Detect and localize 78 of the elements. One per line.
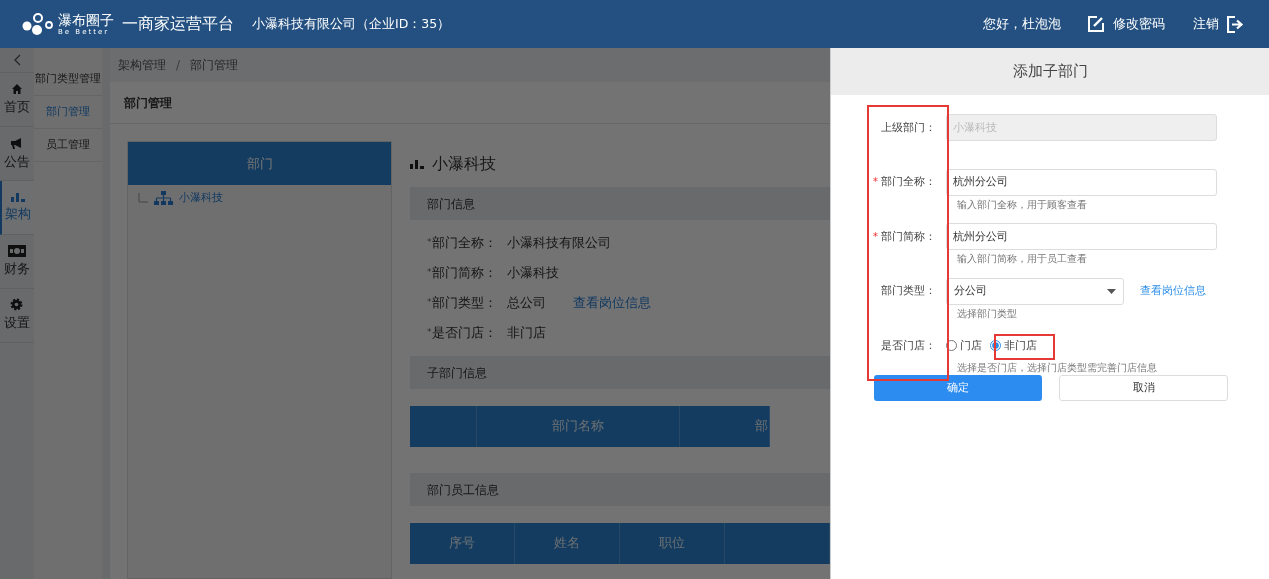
submenu-item[interactable]: 员工管理 (33, 129, 102, 162)
greeting: 您好，杜泡泡 (983, 15, 1061, 34)
tree-header: 部门 (128, 142, 391, 185)
column-header (410, 406, 477, 447)
logo-icon (22, 12, 56, 36)
org-chart-icon (154, 191, 173, 205)
radio-option[interactable]: 门店 (946, 337, 982, 354)
radio-button[interactable] (990, 340, 1001, 351)
column-header: 部 (680, 406, 770, 447)
tree-branch-icon (138, 193, 148, 203)
view-positions-link[interactable]: 查看岗位信息 (1140, 283, 1206, 299)
column-header: 姓名 (515, 523, 620, 564)
nav-item[interactable]: 财务 (0, 235, 34, 289)
megaphone-icon (9, 135, 24, 150)
department-title: 小瀑科技 (432, 153, 496, 175)
required-mark: * (427, 326, 432, 340)
panel-header: 添加子部门 (831, 48, 1269, 95)
logout-link[interactable]: 注销 (1193, 14, 1245, 34)
radio-button[interactable] (946, 340, 957, 351)
gear-icon (10, 298, 24, 312)
info-label: 部门全称： (431, 233, 498, 252)
type-select[interactable]: 分公司 (946, 277, 1124, 305)
breadcrumb-link[interactable]: 部门管理 (190, 56, 239, 74)
info-value: 小瀑科技 (506, 263, 559, 282)
chevron-left-icon (12, 54, 21, 66)
field-hint: 选择是否门店，选择门店类型需完善门店信息 (957, 361, 1158, 375)
column-header: 序号 (410, 523, 515, 564)
edit-icon (1087, 15, 1105, 33)
text-field[interactable]: 杭州分公司 (946, 223, 1217, 250)
column-header: 职位 (620, 523, 725, 564)
money-icon (7, 244, 26, 257)
info-label: 是否门店： (431, 323, 498, 342)
bar-chart-icon (410, 159, 424, 169)
required-mark: * (427, 296, 432, 310)
confirm-button[interactable]: 确定 (874, 374, 1042, 401)
required-mark: * (872, 174, 878, 190)
info-value: 非门店 (506, 323, 546, 342)
nav-item[interactable]: 架构 (0, 181, 34, 235)
section-header: 子部门信息 (410, 356, 830, 389)
tree-node[interactable]: 小瀑科技 (179, 189, 223, 207)
submenu-item[interactable]: 部门类型管理 (33, 63, 102, 96)
card-title: 部门管理 (124, 94, 172, 112)
required-mark: * (427, 266, 432, 280)
field-label: 上级部门： (881, 119, 936, 135)
info-label: 部门类型： (431, 293, 498, 312)
company-name: 小瀑科技有限公司（企业ID：35） (252, 14, 451, 33)
nav-item[interactable]: 首页 (0, 73, 34, 127)
field-label: 是否门店： (881, 337, 936, 353)
caret-icon (1107, 288, 1116, 294)
field-label: 部门全称： (881, 174, 936, 190)
column-header: 部门名称 (477, 406, 680, 447)
section-header: 部门信息 (410, 187, 830, 220)
breadcrumb-separator: / (176, 57, 181, 74)
home-icon (10, 82, 23, 95)
view-positions-link[interactable]: 查看岗位信息 (572, 293, 651, 313)
required-mark: * (872, 228, 878, 244)
info-value: 总公司 (506, 293, 546, 312)
radio-option[interactable]: 非门店 (990, 337, 1037, 354)
change-password-link[interactable]: 修改密码 (1087, 14, 1165, 34)
field-hint: 输入部门全称，用于顾客查看 (957, 197, 1088, 212)
platform-title: 一商家运营平台 (122, 13, 234, 35)
info-value: 小瀑科技有限公司 (506, 233, 611, 252)
logout-icon (1227, 15, 1245, 33)
field-hint: 选择部门类型 (957, 306, 1018, 321)
submenu-item[interactable]: 部门管理 (33, 96, 102, 129)
bar-chart-icon (10, 191, 25, 202)
field-hint: 输入部门简称，用于员工查看 (957, 252, 1088, 266)
info-label: 部门简称： (431, 263, 498, 282)
cancel-button[interactable]: 取消 (1059, 374, 1228, 401)
text-field[interactable]: 杭州分公司 (946, 168, 1217, 196)
field-label: 部门简称： (881, 228, 936, 244)
breadcrumb-link[interactable]: 架构管理 (118, 56, 166, 74)
field-label: 部门类型： (881, 283, 936, 299)
section-header: 部门员工信息 (410, 473, 830, 506)
required-mark: * (427, 236, 432, 250)
nav-item[interactable]: 设置 (0, 289, 34, 343)
logo-name: 瀑布圈子 (58, 12, 114, 27)
highlight-frame (994, 334, 1055, 360)
